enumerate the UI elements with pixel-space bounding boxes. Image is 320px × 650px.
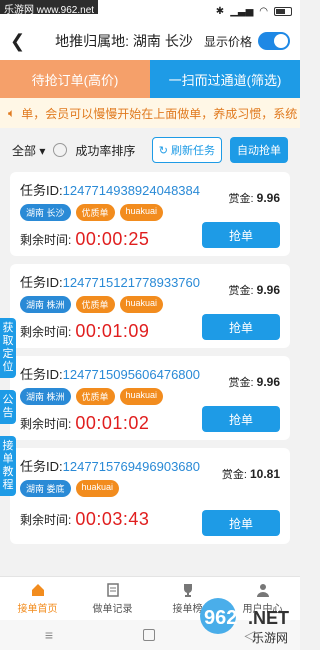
tab-pending-orders[interactable]: 待抢订单(高价) bbox=[0, 60, 150, 98]
bounty-label: 赏金: bbox=[221, 469, 247, 481]
records-icon bbox=[106, 583, 119, 597]
refresh-button[interactable]: ↻ 刷新任务 bbox=[151, 137, 222, 163]
nav-records[interactable]: 做单记录 bbox=[75, 577, 150, 620]
bounty: 赏金: 9.96 bbox=[229, 282, 280, 298]
quality-tag: 优质单 bbox=[75, 204, 115, 221]
sort-radio[interactable] bbox=[53, 143, 68, 157]
task-id-label: 任务ID: bbox=[20, 459, 63, 474]
task-id-label: 任务ID: bbox=[20, 367, 63, 382]
location-tag: 湖南 株洲 bbox=[20, 388, 71, 405]
task-id-value: 1247715095606476800 bbox=[62, 367, 200, 382]
remaining-label: 剩余时间: bbox=[20, 325, 72, 339]
watermark-top: 乐游网 www.962.net bbox=[0, 0, 99, 16]
refresh-icon: ↻ bbox=[158, 144, 168, 157]
bounty-value: 9.96 bbox=[256, 191, 280, 205]
watermark-sub: 乐游网 bbox=[252, 631, 288, 645]
task-id-value: 1247715769496903680 bbox=[62, 459, 200, 474]
order-card: 任务ID:1247715769496903680 赏金: 10.81 湖南 娄底… bbox=[10, 448, 290, 544]
side-tab-announcement[interactable]: 公告 bbox=[0, 390, 16, 424]
location-tag: 湖南 株洲 bbox=[20, 296, 71, 313]
side-tab-tutorial[interactable]: 接单教程 bbox=[0, 436, 16, 496]
filter-all-dropdown[interactable]: 全部 ▾ bbox=[12, 142, 45, 159]
tag-list: 湖南 娄底 huakuai bbox=[20, 480, 280, 497]
tab-bar: 待抢订单(高价) 一扫而过通道(筛选) bbox=[0, 60, 300, 98]
order-card: 任务ID:1247714938924048384 赏金: 9.96 湖南 长沙 … bbox=[10, 172, 290, 256]
platform-tag: huakuai bbox=[119, 388, 164, 405]
header: ❮ 地推归属地: 湖南 长沙 显示价格 bbox=[0, 22, 300, 60]
location-tag: 湖南 娄底 bbox=[20, 480, 71, 497]
bluetooth-icon: ✱ bbox=[215, 5, 225, 17]
side-tab-get-location[interactable]: 获取定位 bbox=[0, 318, 16, 378]
bounty-label: 赏金: bbox=[228, 193, 254, 205]
grab-order-button[interactable]: 抢单 bbox=[202, 406, 280, 432]
bounty: 赏金: 9.96 bbox=[229, 190, 280, 206]
task-id-value: 1247715121778933760 bbox=[62, 275, 200, 290]
signal-icon: ▁▃▅ bbox=[230, 5, 254, 17]
tag-list: 湖南 株洲 优质单 huakuai bbox=[20, 388, 280, 405]
home-icon bbox=[31, 584, 44, 596]
task-id-label: 任务ID: bbox=[20, 275, 63, 290]
remaining-label: 剩余时间: bbox=[20, 417, 72, 431]
bounty: 赏金: 10.81 bbox=[222, 466, 280, 482]
bounty-value: 10.81 bbox=[249, 467, 280, 481]
watermark-brand: 962 bbox=[204, 607, 237, 629]
quality-tag: 优质单 bbox=[75, 296, 115, 313]
task-id-label: 任务ID: bbox=[20, 183, 63, 198]
remaining-label: 剩余时间: bbox=[20, 233, 72, 247]
nav-home-label: 接单首页 bbox=[17, 604, 58, 615]
task-id-value: 1247714938924048384 bbox=[62, 183, 200, 198]
refresh-label: 刷新任务 bbox=[171, 145, 215, 157]
filter-all-label: 全部 bbox=[12, 143, 37, 158]
remaining-label: 剩余时间: bbox=[20, 513, 72, 527]
notice-bar: 🔈︎ 单，会员可以慢慢开始在上面做单，养成习惯，系统 bbox=[0, 98, 300, 128]
grab-order-button[interactable]: 抢单 bbox=[202, 314, 280, 340]
home-square-icon[interactable] bbox=[142, 629, 155, 641]
back-arrow-icon[interactable]: ❮ bbox=[10, 31, 34, 52]
watermark-suffix: .NET bbox=[248, 608, 289, 628]
sort-label: 成功率排序 bbox=[75, 143, 136, 158]
order-card: 任务ID:1247715121778933760 赏金: 9.96 湖南 株洲 … bbox=[10, 264, 290, 348]
bounty-label: 赏金: bbox=[228, 285, 254, 297]
grab-order-button[interactable]: 抢单 bbox=[202, 510, 280, 536]
countdown: 00:01:02 bbox=[75, 413, 150, 433]
countdown: 00:00:25 bbox=[75, 229, 150, 249]
site-watermark: 962 .NET 乐游网 bbox=[200, 598, 289, 645]
bounty-label: 赏金: bbox=[228, 377, 254, 389]
status-bar: 乐游网 www.962.net ✱ ▁▃▅ ◠ bbox=[0, 0, 300, 22]
order-card: 任务ID:1247715095606476800 赏金: 9.96 湖南 株洲 … bbox=[10, 356, 290, 440]
countdown: 00:01:09 bbox=[75, 321, 150, 341]
notice-text: 单，会员可以慢慢开始在上面做单，养成习惯，系统 bbox=[21, 106, 298, 121]
menu-icon[interactable]: ≡ bbox=[45, 627, 53, 643]
tag-list: 湖南 长沙 优质单 huakuai bbox=[20, 204, 280, 221]
page-title: 地推归属地: 湖南 长沙 bbox=[55, 33, 193, 49]
trophy-icon bbox=[183, 584, 192, 597]
platform-tag: huakuai bbox=[119, 204, 164, 221]
auto-grab-button[interactable]: 自动抢单 bbox=[230, 137, 288, 163]
speaker-icon: 🔈︎ bbox=[8, 105, 16, 120]
toggle-label: 显示价格 bbox=[203, 34, 252, 49]
battery-icon bbox=[274, 6, 292, 16]
nav-records-label: 做单记录 bbox=[92, 604, 133, 615]
price-toggle-group: 显示价格 bbox=[204, 32, 290, 50]
tag-list: 湖南 株洲 优质单 huakuai bbox=[20, 296, 280, 313]
platform-tag: huakuai bbox=[75, 480, 120, 497]
wifi-icon: ◠ bbox=[259, 5, 268, 17]
bounty-value: 9.96 bbox=[256, 375, 280, 389]
quality-tag: 优质单 bbox=[75, 388, 115, 405]
tab-quick-channel[interactable]: 一扫而过通道(筛选) bbox=[150, 60, 300, 98]
show-price-toggle[interactable] bbox=[258, 32, 290, 50]
location-tag: 湖南 长沙 bbox=[20, 204, 71, 221]
countdown: 00:03:43 bbox=[75, 509, 150, 529]
grab-order-button[interactable]: 抢单 bbox=[202, 222, 280, 248]
filter-bar: 全部 ▾ 成功率排序 ↻ 刷新任务 自动抢单 bbox=[0, 128, 300, 172]
bounty-value: 9.96 bbox=[256, 283, 280, 297]
platform-tag: huakuai bbox=[119, 296, 164, 313]
bounty: 赏金: 9.96 bbox=[229, 374, 280, 390]
order-list: 任务ID:1247714938924048384 赏金: 9.96 湖南 长沙 … bbox=[0, 172, 300, 544]
nav-home[interactable]: 接单首页 bbox=[0, 577, 75, 620]
